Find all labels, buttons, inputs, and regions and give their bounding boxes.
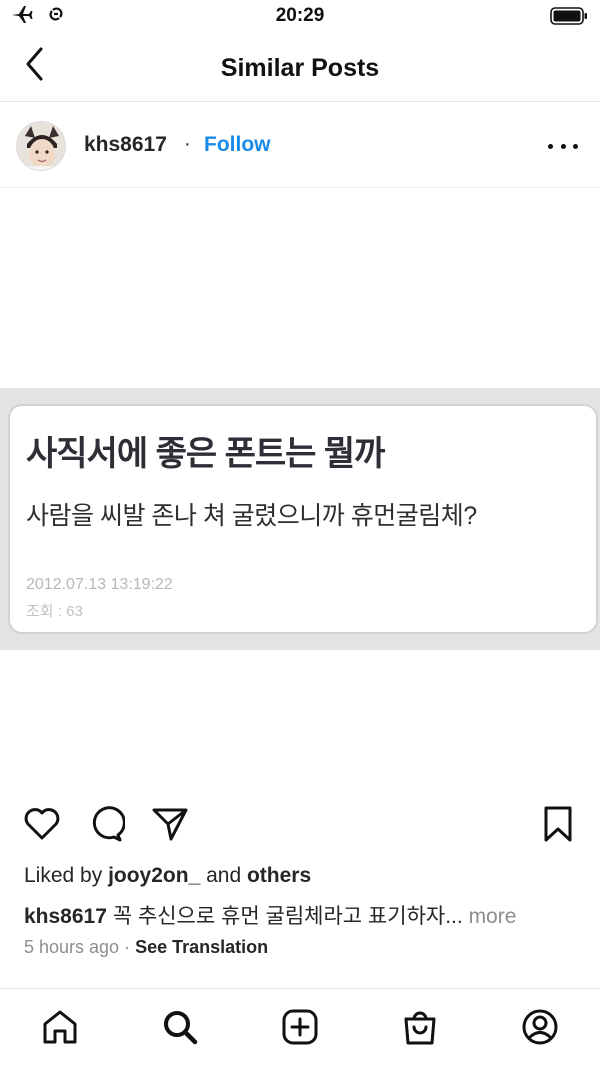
caption-text: 꼭 추신으로 휴먼 굴림체라고 표기하자... [112,905,463,928]
tab-home[interactable] [38,1007,82,1051]
post-meta: 5 hours ago · See Translation [24,937,268,958]
likes-and: and [206,864,242,887]
see-translation-link[interactable]: See Translation [135,937,268,957]
card-views: 조회 : 63 [26,603,83,620]
comment-icon [87,805,126,848]
card-title: 사직서에 좋은 폰트는 뭘까 [26,435,385,473]
liked-by-user[interactable]: jooy2on_ [108,864,200,887]
likes-others[interactable]: others [247,864,311,887]
screenshot-card: 사직서에 좋은 폰트는 뭘까 사람을 씨발 존나 쳐 굴렸으니까 휴먼굴림체? … [8,404,598,634]
battery-icon [550,7,588,25]
time-ago: 5 hours ago [24,937,120,957]
likes-prefix: Liked by [24,864,103,887]
caption-more-link[interactable]: more [469,905,517,928]
page-title: Similar Posts [220,54,380,82]
share-button[interactable] [150,806,190,846]
tab-new-post[interactable] [278,1007,322,1051]
heart-icon [23,807,61,846]
meta-separator: · [124,937,131,957]
likes-text: Liked by jooy2on_ and others [24,864,311,888]
post-image[interactable]: 사직서에 좋은 폰트는 뭘까 사람을 씨발 존나 쳐 굴렸으니까 휴먼굴림체? … [0,388,600,650]
separator-dot: · [184,133,191,155]
shop-icon [401,1008,439,1051]
bookmark-icon [542,805,574,848]
profile-icon [521,1008,559,1051]
tab-search[interactable] [158,1007,202,1051]
more-options-button[interactable] [548,136,578,156]
post-actions [0,800,600,852]
bookmark-button[interactable] [538,806,578,846]
post-header: khs8617 · Follow [0,102,600,188]
like-button[interactable] [22,806,62,846]
share-icon [151,806,189,847]
avatar[interactable] [16,121,66,171]
tab-shop[interactable] [398,1007,442,1051]
caption: khs8617 꼭 추신으로 휴먼 굴림체라고 표기하자... more [24,900,516,930]
search-icon [161,1008,199,1051]
card-body: 사람을 씨발 존나 쳐 굴렸으니까 휴먼굴림체? [26,502,477,530]
status-bar: 20:29 [0,0,600,34]
follow-button[interactable]: Follow [204,133,271,157]
tab-bar [0,988,600,1067]
nav-bar: Similar Posts [0,34,600,102]
status-time: 20:29 [275,5,325,26]
home-icon [41,1008,79,1051]
new-post-icon [281,1008,319,1051]
more-horizontal-icon [548,143,553,149]
tab-profile[interactable] [518,1007,562,1051]
comment-button[interactable] [86,805,126,848]
caption-username[interactable]: khs8617 [24,905,107,928]
card-date: 2012.07.13 13:19:22 [26,576,173,593]
post-username[interactable]: khs8617 [84,133,167,157]
